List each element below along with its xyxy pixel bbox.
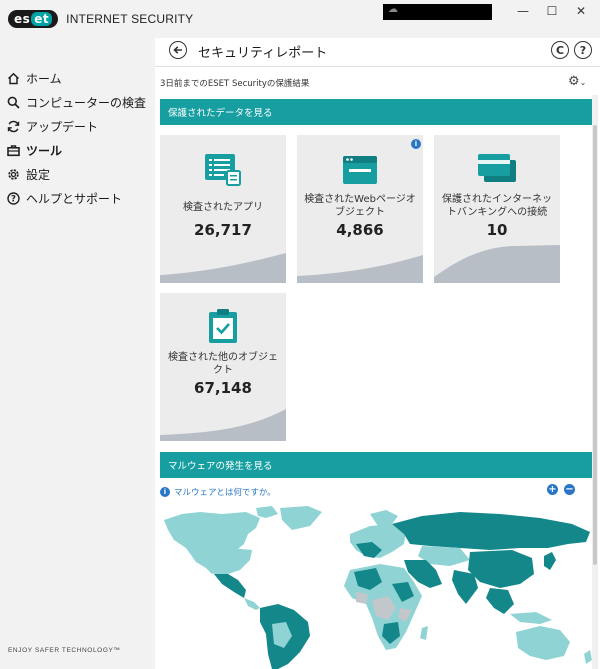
malware-link-text: マルウェアとは何ですか。 <box>174 488 276 498</box>
copyright-icon-button[interactable]: C <box>551 41 569 59</box>
arrow-left-icon <box>173 46 182 54</box>
chevron-down-icon: ⌄ <box>579 78 587 87</box>
briefcase-icon <box>6 143 20 157</box>
settings-dropdown[interactable]: ⚙⌄ <box>568 74 586 89</box>
sidebar-item-scan[interactable]: コンピューターの検査 <box>6 91 146 113</box>
title-bar: es et INTERNET SECURITY ☁ — ☐ ✕ <box>0 0 600 38</box>
credit-card-icon <box>434 151 560 187</box>
browser-window-icon <box>297 153 423 187</box>
tile-other-objects[interactable]: 検査された他のオブジェクト 67,148 <box>160 293 286 441</box>
scrollbar-thumb[interactable] <box>593 125 597 565</box>
app-list-icon <box>160 153 286 187</box>
subtitle-row: 3日前までのESET Securityの保護結果 ⚙⌄ <box>155 66 600 96</box>
svg-text:?: ? <box>11 194 16 204</box>
sidebar-item-label: ツール <box>26 143 63 158</box>
product-name: INTERNET SECURITY <box>66 12 194 26</box>
sidebar-item-home[interactable]: ホーム <box>6 67 62 89</box>
maximize-button[interactable]: ☐ <box>537 2 567 20</box>
tile-label: 保護されたインターネットバンキングへの接続 <box>442 194 552 218</box>
close-button[interactable]: ✕ <box>566 2 596 20</box>
back-button[interactable] <box>169 41 187 59</box>
tile-value: 10 <box>486 221 508 239</box>
gear-icon <box>6 167 20 181</box>
trend-curve <box>160 253 286 283</box>
main-panel: セキュリティレポート C ? 3日前までのESET Securityの保護結果 … <box>155 38 600 669</box>
eset-logo: es et <box>8 10 59 28</box>
tile-banking-connections[interactable]: 保護されたインターネットバンキングへの接続 10 <box>434 135 560 283</box>
section-malware[interactable]: マルウェアの発生を見る <box>160 452 592 478</box>
tile-label: 検査されたアプリ <box>183 202 263 213</box>
tile-scanned-apps[interactable]: 検査されたアプリ 26,717 <box>160 135 286 283</box>
report-subtitle: 3日前までのESET Securityの保護結果 <box>160 79 310 89</box>
refresh-icon <box>6 119 20 133</box>
sidebar-item-label: ホーム <box>26 71 62 86</box>
sidebar-item-tools[interactable]: ツール <box>6 139 62 161</box>
clipboard-check-icon <box>160 307 286 345</box>
app-logo: es et INTERNET SECURITY <box>8 9 193 29</box>
tile-scanned-web-objects[interactable]: i 検査されたWebページオブジェクト 4,866 <box>297 135 423 283</box>
sidebar-item-help[interactable]: ? ヘルプとサポート <box>6 187 122 209</box>
tile-label: 検査されたWebページオブジェクト <box>304 194 416 218</box>
sidebar-item-label: コンピューターの検査 <box>26 95 147 110</box>
trend-curve <box>160 409 286 441</box>
tile-value: 26,717 <box>194 221 252 239</box>
copyright-icon: C <box>555 43 565 57</box>
sidebar: ホーム コンピューターの検査 アップデート ツール 設定 ? ヘルプとサポート <box>0 38 155 669</box>
info-icon: i <box>160 487 170 497</box>
help-icon: ? <box>6 191 20 205</box>
info-icon[interactable]: i <box>411 139 421 149</box>
page-title: セキュリティレポート <box>198 46 328 61</box>
section-protected-data[interactable]: 保護されたデータを見る <box>160 99 592 125</box>
world-malware-map[interactable] <box>160 504 600 669</box>
trend-curve <box>434 245 560 283</box>
sidebar-item-label: 設定 <box>26 167 51 182</box>
sidebar-item-label: ヘルプとサポート <box>26 191 123 206</box>
what-is-malware-link[interactable]: i マルウェアとは何ですか。 <box>160 486 276 498</box>
minimize-button[interactable]: — <box>508 2 538 20</box>
cloud-icon: ☁ <box>388 4 398 15</box>
help-button[interactable]: ? <box>574 41 592 59</box>
tile-label: 検査された他のオブジェクト <box>168 352 278 376</box>
trend-curve <box>297 255 423 283</box>
account-name-redacted[interactable] <box>383 4 492 20</box>
tagline: ENJOY SAFER TECHNOLOGY™ <box>8 647 121 654</box>
search-icon <box>6 95 20 109</box>
question-icon: ? <box>579 43 587 57</box>
tile-value: 4,866 <box>336 221 384 239</box>
scrollbar[interactable] <box>592 95 598 669</box>
tile-value: 67,148 <box>194 379 252 397</box>
sidebar-item-settings[interactable]: 設定 <box>6 163 50 185</box>
page-header: セキュリティレポート C ? <box>155 38 600 68</box>
gear-icon: ⚙ <box>568 74 580 89</box>
zoom-out-button[interactable]: − <box>564 484 575 495</box>
sidebar-item-label: アップデート <box>26 119 99 134</box>
zoom-in-button[interactable]: + <box>547 484 558 495</box>
home-icon <box>6 71 20 85</box>
sidebar-item-update[interactable]: アップデート <box>6 115 98 137</box>
